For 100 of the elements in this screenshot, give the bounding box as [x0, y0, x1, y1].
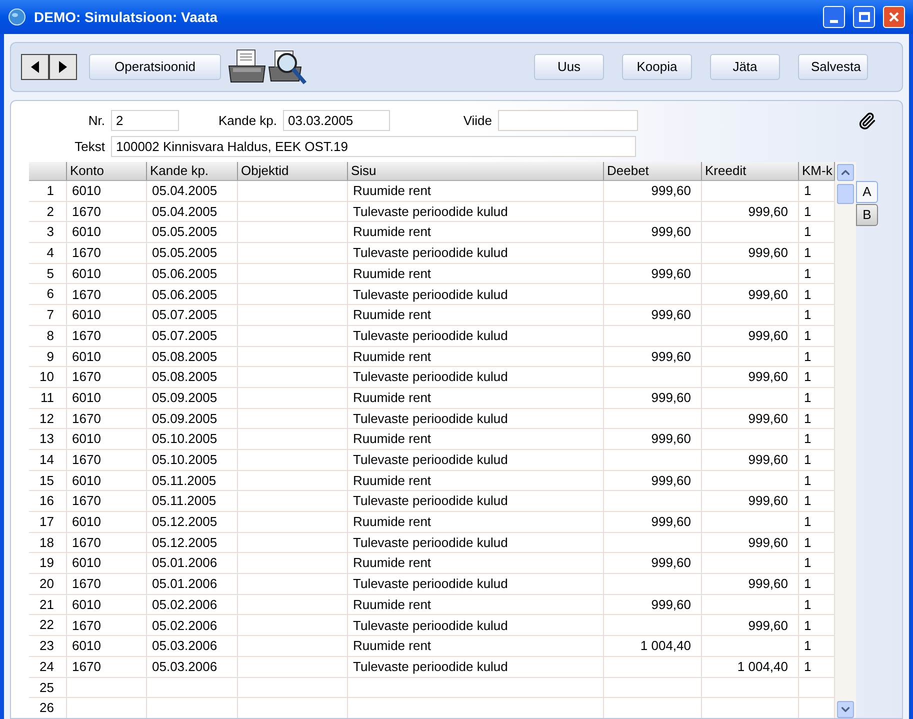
row-number: 22 — [29, 615, 67, 636]
column-header[interactable]: Sisu — [348, 162, 604, 180]
table-cell-text: 05.01.2006 — [152, 575, 218, 594]
column-header[interactable]: Objektid — [238, 162, 348, 180]
table-cell-text: 1 — [804, 575, 812, 594]
column-header[interactable]: Konto — [67, 162, 147, 180]
close-button[interactable] — [883, 6, 905, 28]
table-cell-text: 05.12.2005 — [152, 513, 218, 532]
table-cell-text: 6010 — [72, 388, 101, 407]
table-cell-text: Tulevaste perioodide kulud — [353, 492, 508, 510]
table-cell-text: 1 — [804, 182, 812, 200]
operations-button[interactable]: Operatsioonid — [89, 54, 221, 80]
table-cell-text: Tulevaste perioodide kulud — [353, 410, 508, 428]
table-cell-text: Ruumide rent — [353, 472, 432, 490]
next-button[interactable] — [49, 54, 77, 80]
table-cell-text: 05.05.2005 — [152, 244, 218, 262]
row-number: 15 — [29, 470, 67, 490]
table-cell-text: 999,60 — [651, 554, 691, 572]
table-cell-text: 1 — [804, 451, 812, 470]
text-field[interactable]: 100002 Kinnisvara Haldus, EEK OST.19 — [111, 136, 636, 157]
table-cell-text: 1 004,40 — [640, 637, 691, 656]
table-cell-text: 999,60 — [651, 430, 691, 448]
table-cell-text: 6010 — [72, 264, 101, 283]
date-field[interactable]: 03.03.2005 — [283, 110, 390, 131]
table-cell-text: 6010 — [72, 596, 101, 614]
table-cell-text: 1 — [804, 430, 812, 448]
table-cell-text: 999,60 — [748, 534, 788, 552]
row-number: 6 — [29, 284, 67, 304]
row-number: 23 — [29, 636, 67, 656]
table-cell-text: 1 — [804, 492, 812, 510]
table-cell-text: 999,60 — [651, 223, 691, 242]
reference-field[interactable] — [498, 110, 638, 131]
table-cell-text: Tulevaste perioodide kulud — [353, 244, 508, 262]
table-cell-text: 05.01.2006 — [152, 554, 218, 572]
side-tab[interactable]: B — [856, 204, 878, 226]
table-cell-text: 1 — [804, 658, 812, 676]
table-cell-text: 1670 — [72, 451, 101, 470]
table-cell-text: 05.03.2006 — [152, 658, 218, 676]
maximize-button[interactable] — [853, 6, 875, 28]
table-cell-text: 05.05.2005 — [152, 223, 218, 242]
table-cell-text: 1 — [804, 244, 812, 262]
paperclip-icon[interactable] — [858, 112, 876, 130]
table-cell-text: 1 — [804, 554, 812, 572]
table-cell-text: 999,60 — [651, 306, 691, 324]
table-cell-text: 999,60 — [748, 202, 788, 221]
previous-button[interactable] — [21, 54, 49, 80]
table-cell-text: 1 004,40 — [737, 658, 788, 676]
toolbar-button[interactable]: Salvesta — [798, 54, 868, 80]
table-cell-text: Ruumide rent — [353, 637, 432, 656]
column-header[interactable]: Kande kp. — [147, 162, 238, 180]
table-cell-text: 6010 — [72, 637, 101, 656]
table-cell-text: 05.07.2005 — [152, 326, 218, 345]
table-cell-text: Tulevaste perioodide kulud — [353, 534, 508, 552]
table-cell-text: 1 — [804, 388, 812, 407]
column-header[interactable]: Kreedit — [702, 162, 799, 180]
table-cell-text: 1670 — [72, 410, 101, 428]
table-cell-text: 05.09.2005 — [152, 410, 218, 428]
toolbar-button[interactable]: Uus — [534, 54, 604, 80]
table-cell-text: 999,60 — [651, 264, 691, 283]
field-label: Tekst — [74, 138, 106, 156]
scroll-thumb[interactable] — [837, 184, 854, 204]
table-cell-text: 05.06.2005 — [152, 264, 218, 283]
toolbar-button[interactable]: Jäta — [710, 54, 780, 80]
table-cell-text: 999,60 — [748, 410, 788, 428]
table-cell-text: 1 — [804, 410, 812, 428]
table-cell-text: 6010 — [72, 430, 101, 448]
table-cell-text: Tulevaste perioodide kulud — [353, 326, 508, 345]
table-cell-text: 1 — [804, 534, 812, 552]
table-cell-text: 05.11.2005 — [152, 472, 216, 490]
table-cell-text: 05.04.2005 — [152, 182, 218, 200]
row-number: 21 — [29, 594, 67, 614]
table-cell-text: 999,60 — [651, 388, 691, 407]
column-header[interactable]: Deebet — [604, 162, 702, 180]
side-tab[interactable]: A — [856, 181, 878, 203]
row-number: 12 — [29, 408, 67, 428]
scrollbar[interactable] — [835, 162, 856, 718]
number-field[interactable]: 2 — [111, 110, 179, 131]
table-cell-text: 05.08.2005 — [152, 348, 218, 366]
table-cell-text: 05.02.2006 — [152, 616, 218, 635]
field-label: Nr. — [87, 112, 106, 130]
row-number: 17 — [29, 512, 67, 532]
toolbar-button[interactable]: Koopia — [622, 54, 692, 80]
row-number: 1 — [29, 181, 67, 201]
row-number: 8 — [29, 326, 67, 346]
minimize-button[interactable] — [823, 6, 845, 28]
row-number: 11 — [29, 388, 67, 408]
row-number: 10 — [29, 367, 67, 387]
table-cell-text: 1 — [804, 326, 812, 345]
table-cell-text: 1 — [804, 306, 812, 324]
table-cell-text: Ruumide rent — [353, 513, 432, 532]
left-triangle-icon — [31, 61, 39, 73]
table-cell-text: 999,60 — [651, 182, 691, 200]
table-cell-text: 1 — [804, 202, 812, 221]
table-cell-text: 6010 — [72, 348, 101, 366]
table-cell-text: 6010 — [72, 306, 101, 324]
table-cell-text: 999,60 — [651, 472, 691, 490]
table-cell-text: 999,60 — [748, 492, 788, 510]
row-number: 24 — [29, 656, 67, 676]
table-cell-text: Tulevaste perioodide kulud — [353, 202, 508, 221]
table-cell-text: Tulevaste perioodide kulud — [353, 616, 508, 635]
